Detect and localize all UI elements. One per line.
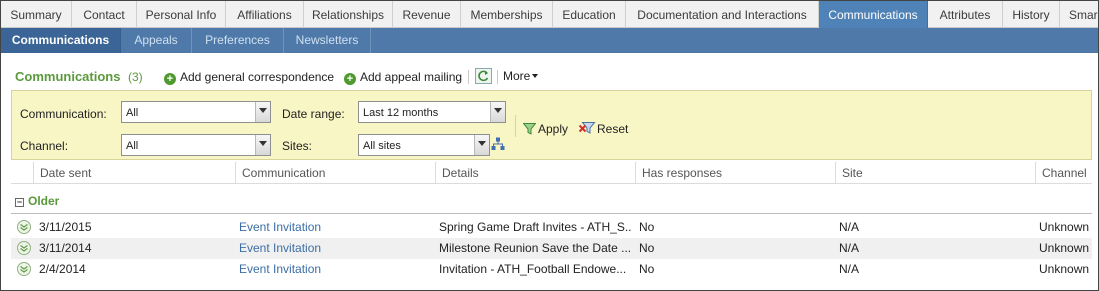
section-header: Communications (3) + Add general correspo… xyxy=(1,65,1098,89)
channel-select-value: All xyxy=(126,140,139,152)
subtab-communications[interactable]: Communications xyxy=(1,28,121,53)
tab-revenue[interactable]: Revenue xyxy=(393,1,461,28)
section-title: Communications xyxy=(15,69,121,84)
tab-smart-fields[interactable]: Smar xyxy=(1060,1,1098,28)
filter-divider xyxy=(515,115,516,137)
group-label: Older xyxy=(28,194,60,208)
subtab-preferences[interactable]: Preferences xyxy=(192,28,284,53)
filter-panel: Communication: All Date range: Last 12 m… xyxy=(11,90,1092,160)
add-appeal-mailing-button[interactable]: + Add appeal mailing xyxy=(344,69,462,85)
tab-relationships[interactable]: Relationships xyxy=(304,1,393,28)
more-menu-button[interactable]: More xyxy=(503,69,539,83)
caret-down-icon xyxy=(532,74,539,78)
expand-row-icon[interactable] xyxy=(17,262,31,276)
date-range-select-value: Last 12 months xyxy=(363,107,439,119)
cell-communication-link[interactable]: Event Invitation xyxy=(239,238,429,259)
subtab-appeals[interactable]: Appeals xyxy=(121,28,192,53)
reset-filters-button[interactable]: Reset xyxy=(578,122,629,136)
sub-tabs: Communications Appeals Preferences Newsl… xyxy=(1,28,1098,53)
toolbar-divider xyxy=(468,70,469,84)
plus-circle-icon: + xyxy=(344,73,356,85)
cell-has-responses: No xyxy=(639,220,655,234)
communication-filter-label: Communication: xyxy=(20,107,107,121)
tab-documentation-and-interactions[interactable]: Documentation and Interactions xyxy=(626,1,819,28)
date-range-select[interactable]: Last 12 months xyxy=(358,101,506,123)
record-tabs: Summary Contact Personal Info Affiliatio… xyxy=(1,1,1098,28)
cell-date-sent: 2/4/2014 xyxy=(39,262,86,276)
cell-details: Milestone Reunion Save the Date ... xyxy=(439,241,631,255)
expand-row-icon[interactable] xyxy=(17,241,31,255)
cell-details: Invitation - ATH_Football Endowe... xyxy=(439,262,627,276)
chevron-down-icon xyxy=(474,135,489,155)
column-header-channel[interactable]: Channel xyxy=(1035,162,1092,184)
cell-date-sent: 3/11/2014 xyxy=(39,241,92,255)
subtab-newsletters[interactable]: Newsletters xyxy=(284,28,371,53)
refresh-icon xyxy=(478,70,489,82)
group-toggle-older[interactable]: − Older xyxy=(15,194,59,208)
date-range-filter-label: Date range: xyxy=(282,107,345,121)
cell-has-responses: No xyxy=(639,241,655,255)
tab-memberships[interactable]: Memberships xyxy=(461,1,553,28)
table-header: Date sent Communication Details Has resp… xyxy=(11,162,1092,184)
cell-communication-link[interactable]: Event Invitation xyxy=(239,259,429,280)
funnel-icon xyxy=(522,123,537,135)
section-count: (3) xyxy=(128,70,143,84)
cell-site: N/A xyxy=(839,220,860,234)
column-header-date-sent[interactable]: Date sent xyxy=(33,162,235,184)
cell-site: N/A xyxy=(839,262,860,276)
clear-filter-icon xyxy=(578,122,596,134)
tab-history[interactable]: History xyxy=(1003,1,1060,28)
chevron-down-icon xyxy=(255,135,270,155)
column-header-details[interactable]: Details xyxy=(435,162,635,184)
tab-attributes[interactable]: Attributes xyxy=(928,1,1003,28)
tab-contact[interactable]: Contact xyxy=(72,1,137,28)
tab-personal-info[interactable]: Personal Info xyxy=(137,1,226,28)
cell-channel: Unknown xyxy=(1039,241,1090,255)
add-appeal-mailing-label: Add appeal mailing xyxy=(360,70,463,84)
sites-select[interactable]: All sites xyxy=(358,134,490,156)
more-label: More xyxy=(503,69,531,83)
communication-select-value: All xyxy=(126,107,139,119)
apply-filters-button[interactable]: Apply xyxy=(522,122,569,136)
channel-select[interactable]: All xyxy=(121,134,271,156)
communications-page: Summary Contact Personal Info Affiliatio… xyxy=(0,0,1099,291)
add-general-correspondence-button[interactable]: + Add general correspondence xyxy=(164,69,334,85)
toolbar-divider xyxy=(497,70,498,84)
add-general-correspondence-label: Add general correspondence xyxy=(180,70,335,84)
column-header-has-responses[interactable]: Has responses xyxy=(635,162,835,184)
sites-filter-label: Sites: xyxy=(282,139,313,153)
tab-summary[interactable]: Summary xyxy=(1,1,72,28)
reset-label: Reset xyxy=(597,122,629,136)
cell-site: N/A xyxy=(839,241,860,255)
expand-row-icon[interactable] xyxy=(17,220,31,234)
chevron-down-icon xyxy=(490,102,505,122)
table-row: 2/4/2014 Event Invitation Invitation - A… xyxy=(11,259,1092,280)
collapse-icon: − xyxy=(15,197,24,207)
cell-channel: Unknown xyxy=(1039,220,1090,234)
refresh-button[interactable] xyxy=(475,68,492,84)
channel-filter-label: Channel: xyxy=(20,139,69,153)
group-divider xyxy=(11,213,1092,214)
plus-circle-icon: + xyxy=(164,73,176,85)
site-hierarchy-icon[interactable] xyxy=(491,137,507,153)
column-header-site[interactable]: Site xyxy=(835,162,1035,184)
sites-select-value: All sites xyxy=(363,140,401,152)
cell-channel: Unknown xyxy=(1039,262,1090,276)
apply-label: Apply xyxy=(538,122,569,136)
cell-details: Spring Game Draft Invites - ATH_S... xyxy=(439,220,631,234)
tab-education[interactable]: Education xyxy=(553,1,626,28)
table-row: 3/11/2014 Event Invitation Milestone Reu… xyxy=(11,238,1092,259)
cell-communication-link[interactable]: Event Invitation xyxy=(239,217,429,238)
chevron-down-icon xyxy=(255,102,270,122)
tab-communications[interactable]: Communications xyxy=(819,1,928,28)
table-row: 3/11/2015 Event Invitation Spring Game D… xyxy=(11,217,1092,238)
tab-affiliations[interactable]: Affiliations xyxy=(226,1,304,28)
cell-has-responses: No xyxy=(639,262,655,276)
cell-date-sent: 3/11/2015 xyxy=(39,220,92,234)
communication-select[interactable]: All xyxy=(121,101,271,123)
column-header-communication[interactable]: Communication xyxy=(235,162,435,184)
